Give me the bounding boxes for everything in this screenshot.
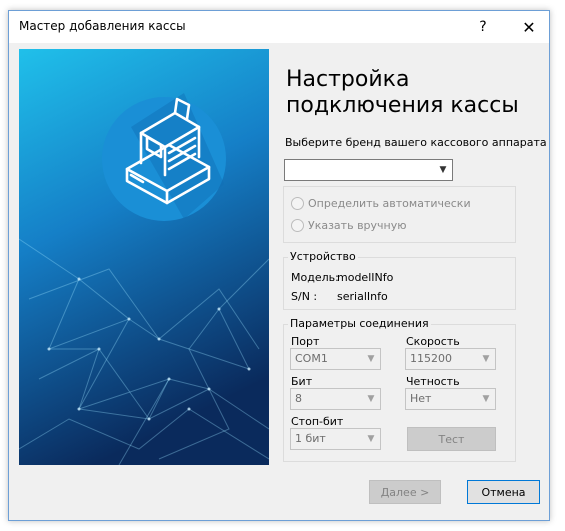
mode-group bbox=[283, 186, 516, 243]
bits-select[interactable]: 8 ▼ bbox=[290, 388, 381, 410]
connection-group-caption: Параметры соединения bbox=[288, 317, 431, 330]
serial-value: serialInfo bbox=[337, 290, 388, 303]
speed-label: Скорость bbox=[406, 335, 460, 348]
model-value: modelINfo bbox=[337, 271, 394, 284]
stopbits-select-value: 1 бит bbox=[295, 432, 326, 445]
stopbits-label: Стоп-бит bbox=[291, 415, 344, 428]
radio-manual-label: Указать вручную bbox=[308, 219, 407, 232]
model-label: Модель: bbox=[291, 271, 339, 284]
parity-select-value: Нет bbox=[410, 392, 432, 405]
radio-dot-icon bbox=[291, 219, 304, 232]
chevron-down-icon: ▼ bbox=[367, 394, 375, 404]
help-button[interactable]: ? bbox=[463, 11, 503, 43]
chevron-down-icon: ▼ bbox=[439, 165, 447, 175]
page-title-line2: подключения кассы bbox=[286, 93, 519, 118]
port-label: Порт bbox=[291, 335, 320, 348]
wizard-window: Мастер добавления кассы ? ✕ Настройка по… bbox=[8, 10, 550, 521]
window-title: Мастер добавления кассы bbox=[19, 19, 186, 33]
parity-select[interactable]: Нет ▼ bbox=[405, 388, 496, 410]
speed-select-value: 115200 bbox=[410, 352, 452, 365]
serial-label: S/N : bbox=[291, 290, 318, 303]
banner-image bbox=[19, 49, 269, 465]
close-button[interactable]: ✕ bbox=[509, 11, 549, 43]
brand-prompt: Выберите бренд вашего кассового аппарата bbox=[285, 136, 547, 149]
radio-auto-detect-label: Определить автоматически bbox=[308, 197, 471, 210]
next-button[interactable]: Далее > bbox=[369, 480, 441, 504]
speed-select[interactable]: 115200 ▼ bbox=[405, 348, 496, 370]
chevron-down-icon: ▼ bbox=[367, 434, 375, 444]
radio-auto-detect[interactable]: Определить автоматически bbox=[291, 197, 471, 210]
chevron-down-icon: ▼ bbox=[482, 354, 490, 364]
bits-select-value: 8 bbox=[295, 392, 302, 405]
radio-dot-icon bbox=[291, 197, 304, 210]
chevron-down-icon: ▼ bbox=[367, 354, 375, 364]
page-title-line1: Настройка bbox=[286, 67, 410, 92]
device-group-caption: Устройство bbox=[288, 250, 358, 263]
cancel-button[interactable]: Отмена bbox=[467, 480, 540, 504]
port-select-value: COM1 bbox=[295, 352, 328, 365]
parity-label: Четность bbox=[406, 375, 460, 388]
bits-label: Бит bbox=[291, 375, 313, 388]
page-title: Настройка подключения кассы bbox=[286, 67, 519, 119]
title-bar: Мастер добавления кассы ? ✕ bbox=[9, 11, 549, 43]
test-button[interactable]: Тест bbox=[407, 427, 496, 451]
radio-manual[interactable]: Указать вручную bbox=[291, 219, 407, 232]
port-select[interactable]: COM1 ▼ bbox=[290, 348, 381, 370]
chevron-down-icon: ▼ bbox=[482, 394, 490, 404]
brand-select[interactable]: ▼ bbox=[284, 159, 453, 181]
stopbits-select[interactable]: 1 бит ▼ bbox=[290, 428, 381, 450]
